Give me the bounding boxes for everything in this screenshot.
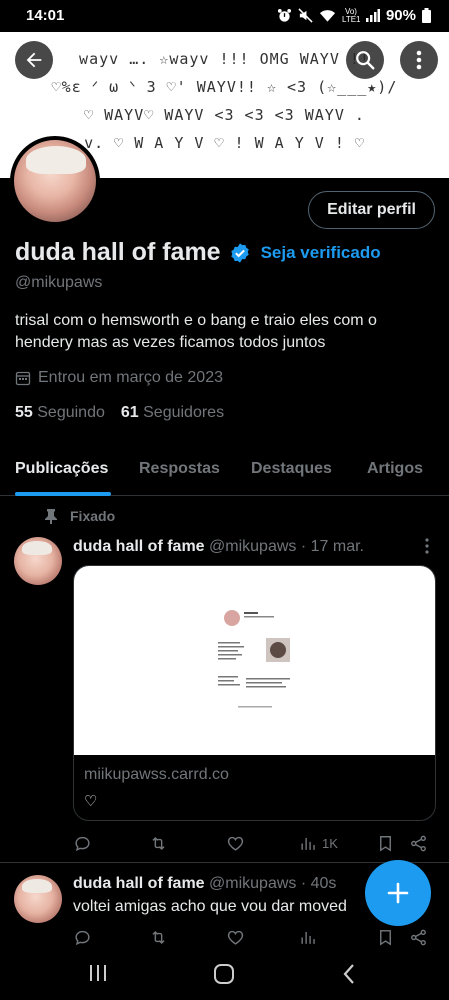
reply-icon: [75, 930, 90, 946]
followers-count: 61: [120, 404, 139, 421]
wifi-icon: [319, 9, 336, 22]
tweet-header: duda hall of fame @mikupaws · 40s: [73, 875, 336, 893]
tweet-author-name[interactable]: duda hall of fame: [73, 875, 205, 892]
joined-date: Entrou em março de 2023: [15, 369, 223, 387]
views-count: 1K: [322, 836, 338, 851]
home-button[interactable]: [212, 962, 236, 991]
link-card-text: ♡: [84, 793, 98, 810]
pin-icon: [45, 509, 57, 524]
link-card-image: [74, 566, 435, 755]
tab-artigos[interactable]: Artigos: [367, 460, 423, 478]
home-icon: [214, 964, 234, 984]
tweet-header: duda hall of fame @mikupaws · 17 mar.: [73, 538, 364, 556]
alarm-icon: [277, 8, 292, 22]
reply-button[interactable]: [73, 834, 92, 853]
compose-button[interactable]: [365, 860, 431, 926]
retweet-button[interactable]: [149, 834, 168, 853]
status-time: 14:01: [26, 7, 65, 24]
profile-bio: trisal com o hemsworth e o bang e traio …: [15, 312, 377, 351]
bookmark-button[interactable]: [376, 834, 395, 853]
plus-icon: [387, 882, 409, 904]
tweet-avatar[interactable]: [14, 537, 62, 585]
views-button[interactable]: [299, 928, 318, 947]
share-button[interactable]: [409, 928, 428, 947]
tab-destaques[interactable]: Destaques: [251, 460, 332, 478]
bookmark-icon: [380, 930, 391, 946]
pinned-label: Fixado: [44, 508, 115, 524]
link-card[interactable]: miikupawss.carrd.co ♡: [73, 565, 436, 821]
tweet-meta: @mikupaws · 17 mar.: [209, 538, 364, 555]
tweet-actions: [73, 928, 438, 952]
banner-text-line: ♡ WAYV♡ WAYV <3 <3 <3 WAYV .: [84, 106, 365, 124]
battery-icon: [422, 8, 431, 23]
more-options-button[interactable]: [400, 41, 438, 79]
banner-text-line: ♡%ε ᐟ ω ᐠ 3 ♡' WAYV!! ☆ <3 (☆___★)/: [51, 78, 398, 96]
heart-icon: [227, 836, 244, 851]
bookmark-icon: [380, 836, 391, 852]
like-button[interactable]: [226, 928, 245, 947]
joined-text: Entrou em março de 2023: [38, 369, 223, 386]
back-nav-button[interactable]: [340, 962, 358, 991]
website-preview-thumbnail: [218, 610, 290, 708]
retweet-icon: [152, 930, 165, 945]
tweet-avatar[interactable]: [14, 875, 62, 923]
profile-tabs: Publicações Respostas Destaques Artigos: [0, 448, 449, 496]
back-button[interactable]: [15, 41, 53, 79]
edit-profile-button[interactable]: Editar perfil: [308, 191, 435, 229]
signal-icon: [365, 9, 380, 22]
tab-publicacoes[interactable]: Publicações: [15, 460, 108, 478]
more-vertical-icon: [425, 538, 429, 554]
share-button[interactable]: [409, 834, 428, 853]
pinned-text: Fixado: [70, 508, 116, 524]
profile-avatar[interactable]: [10, 136, 100, 226]
recent-apps-icon: [90, 965, 106, 981]
profile-handle: @mikupaws: [15, 274, 103, 291]
followers-link[interactable]: 61 Seguidores: [121, 404, 224, 422]
share-icon: [411, 835, 426, 852]
status-icons: Vo) LTE1 90%: [277, 7, 431, 24]
system-nav-bar: [0, 950, 449, 1000]
tweet-meta: @mikupaws · 40s: [209, 875, 337, 892]
views-button[interactable]: 1K: [299, 834, 338, 853]
search-button[interactable]: [346, 41, 384, 79]
share-icon: [411, 929, 426, 946]
verified-badge-icon[interactable]: [229, 242, 251, 264]
active-tab-indicator: [15, 492, 111, 496]
battery-level: 90%: [385, 7, 416, 24]
follow-stats: 55 Seguindo 61 Seguidores: [15, 404, 224, 422]
profile-name-row: duda hall of fame Seja verificado: [15, 238, 381, 267]
arrow-left-icon: [26, 52, 42, 68]
recent-apps-button[interactable]: [88, 962, 108, 989]
status-bar: 14:01 Vo) LTE1 90%: [0, 0, 449, 32]
more-vertical-icon: [416, 50, 422, 70]
reply-icon: [75, 836, 90, 852]
tweet-author-name[interactable]: duda hall of fame: [73, 538, 205, 555]
following-link[interactable]: 55 Seguindo: [15, 404, 105, 422]
profile-name: duda hall of fame: [15, 238, 221, 266]
tab-respostas[interactable]: Respostas: [139, 460, 220, 478]
like-button[interactable]: [226, 834, 245, 853]
search-icon: [356, 51, 375, 70]
bookmark-button[interactable]: [376, 928, 395, 947]
views-chart-icon: [301, 837, 315, 850]
followers-label: Seguidores: [143, 404, 225, 421]
reply-button[interactable]: [73, 928, 92, 947]
tweet-actions: 1K: [73, 834, 438, 858]
heart-icon: [227, 930, 244, 945]
mute-icon: [298, 8, 313, 23]
chevron-left-icon: [343, 964, 354, 984]
network-label: Vo) LTE1: [341, 6, 361, 24]
calendar-icon: [15, 371, 31, 386]
following-label: Seguindo: [37, 404, 105, 421]
retweet-icon: [152, 836, 165, 851]
tweet-more-button[interactable]: [425, 538, 429, 559]
link-card-domain: miikupawss.carrd.co: [84, 766, 229, 783]
get-verified-link[interactable]: Seja verificado: [261, 243, 381, 263]
tweet-text: voltei amigas acho que vou dar moved: [73, 898, 347, 915]
retweet-button[interactable]: [149, 928, 168, 947]
following-count: 55: [15, 404, 33, 421]
views-chart-icon: [301, 931, 315, 944]
